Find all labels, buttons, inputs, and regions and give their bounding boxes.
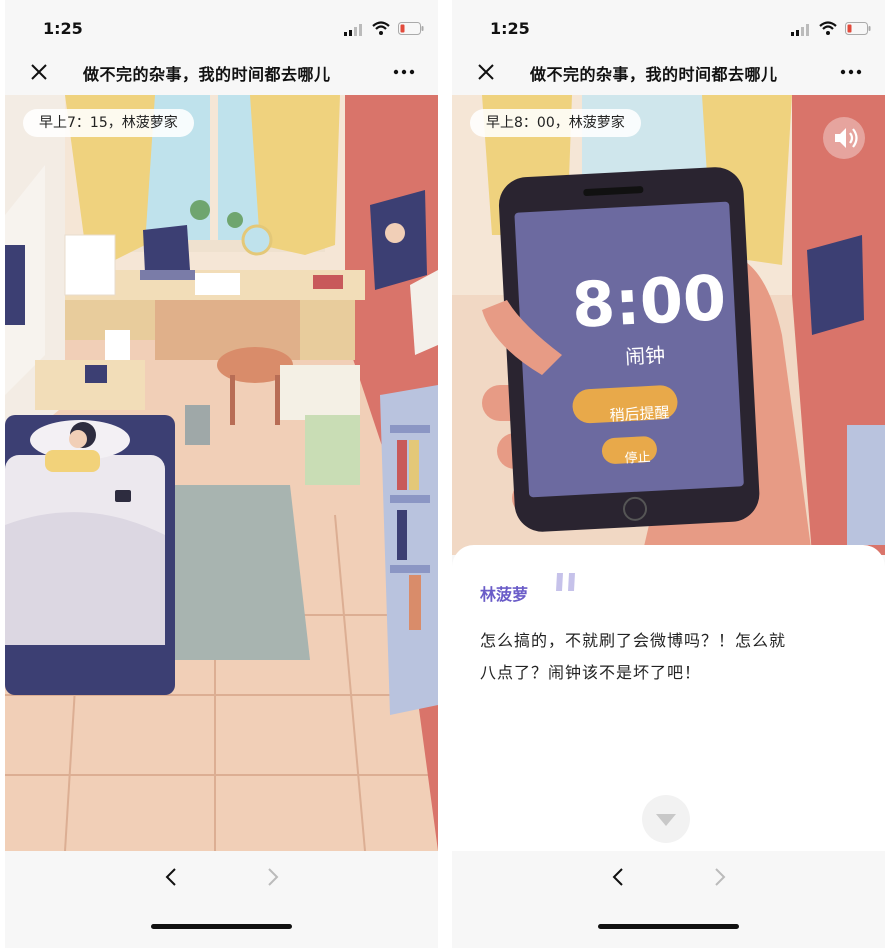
status-bar: 1:25 (5, 0, 438, 52)
close-icon[interactable] (476, 62, 496, 82)
right-phone-screen: 1:25 做不完的杂事，我的时间都去哪儿 8:00 闹钟 稍后提醒 停止 早上8… (452, 0, 885, 948)
signal-icon (344, 24, 362, 36)
alarm-phone-illustration: 8:00 闹钟 稍后提醒 停止 早上8：00，林菠萝家 (452, 95, 885, 555)
page-title: 做不完的杂事，我的时间都去哪儿 (530, 65, 778, 84)
bottom-toolbar (5, 851, 438, 948)
back-arrow-icon[interactable] (161, 866, 181, 888)
back-arrow-icon[interactable] (608, 866, 628, 888)
sound-icon[interactable] (823, 117, 865, 159)
close-icon[interactable] (29, 62, 49, 82)
nav-bar: 做不完的杂事，我的时间都去哪儿 (5, 52, 438, 94)
left-phone-screen: 1:25 做不完的杂事，我的时间都去哪儿 早上7：15，林菠萝家 (5, 0, 438, 948)
status-time: 1:25 (490, 19, 530, 38)
scene-time-badge: 早上8：00，林菠萝家 (470, 109, 641, 137)
page-title: 做不完的杂事，我的时间都去哪儿 (83, 65, 331, 84)
phone-alarm-label: 闹钟 (624, 342, 666, 370)
signal-icon (791, 24, 809, 36)
quote-icon (556, 573, 575, 591)
dialogue-line-1: 怎么搞的，不就刷了会微博吗？！怎么就 (480, 631, 787, 650)
status-bar: 1:25 (452, 0, 885, 52)
phone-clock-time: 8:00 (570, 261, 728, 342)
scene-time-badge: 早上7：15，林菠萝家 (23, 109, 194, 137)
home-indicator[interactable] (598, 924, 739, 929)
more-icon[interactable] (839, 60, 863, 84)
chevron-down-icon (656, 814, 676, 826)
stop-button: 停止 (624, 450, 651, 467)
speaker-name: 林菠萝 (480, 585, 529, 604)
battery-icon (845, 22, 871, 35)
more-icon[interactable] (392, 60, 416, 84)
dialogue-card: 林菠萝 怎么搞的，不就刷了会微博吗？！怎么就 八点了？闹钟该不是坏了吧！ (452, 545, 885, 851)
battery-icon (398, 22, 424, 35)
home-indicator[interactable] (151, 924, 292, 929)
status-time: 1:25 (43, 19, 83, 38)
forward-arrow-icon[interactable] (263, 866, 283, 888)
next-dialogue-button[interactable] (642, 795, 690, 843)
dialogue-line-2: 八点了？闹钟该不是坏了吧！ (480, 663, 702, 682)
wifi-icon (372, 21, 390, 35)
wifi-icon (819, 21, 837, 35)
nav-bar: 做不完的杂事，我的时间都去哪儿 (452, 52, 885, 94)
bottom-toolbar (452, 851, 885, 948)
bedroom-illustration: 早上7：15，林菠萝家 (5, 95, 438, 851)
forward-arrow-icon[interactable] (710, 866, 730, 888)
